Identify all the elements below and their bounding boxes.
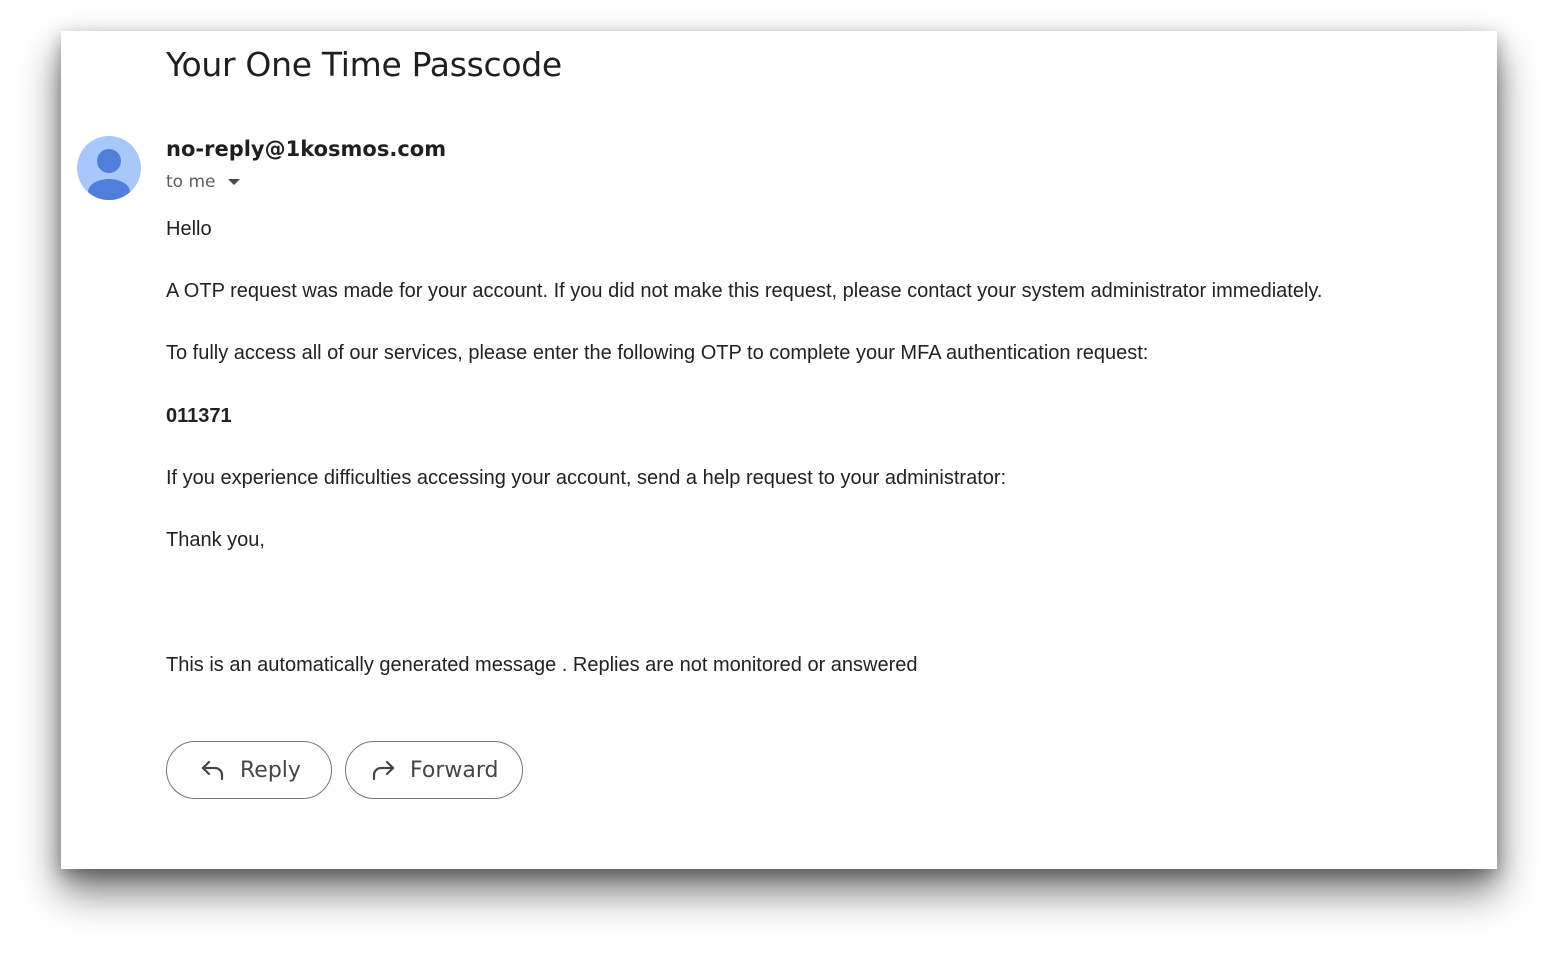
email-subject: Your One Time Passcode — [166, 45, 562, 84]
sender-avatar[interactable] — [77, 136, 141, 200]
page-background: Your One Time Passcode no-reply@1kosmos.… — [0, 0, 1559, 961]
otp-code: 011371 — [166, 405, 232, 427]
email-message-card: Your One Time Passcode no-reply@1kosmos.… — [61, 31, 1497, 869]
chevron-down-icon[interactable] — [227, 179, 240, 185]
recipient-label: to me — [166, 172, 216, 192]
recipient-details-toggle[interactable]: to me — [166, 172, 240, 192]
email-body-line: If you experience difficulties accessing… — [166, 467, 1007, 489]
forward-button[interactable]: Forward — [345, 741, 523, 799]
email-body-line: To fully access all of our services, ple… — [166, 342, 1149, 364]
email-signoff: Thank you, — [166, 529, 265, 551]
person-icon — [88, 149, 130, 200]
reply-arrow-icon — [201, 760, 224, 781]
email-footer-note: This is an automatically generated messa… — [166, 654, 918, 676]
forward-label: Forward — [410, 757, 499, 783]
email-greeting: Hello — [166, 218, 212, 240]
email-body-line: A OTP request was made for your account.… — [166, 280, 1323, 302]
forward-arrow-icon — [372, 760, 395, 781]
reply-label: Reply — [240, 757, 301, 783]
sender-email[interactable]: no-reply@1kosmos.com — [166, 137, 446, 161]
reply-button[interactable]: Reply — [166, 741, 332, 799]
